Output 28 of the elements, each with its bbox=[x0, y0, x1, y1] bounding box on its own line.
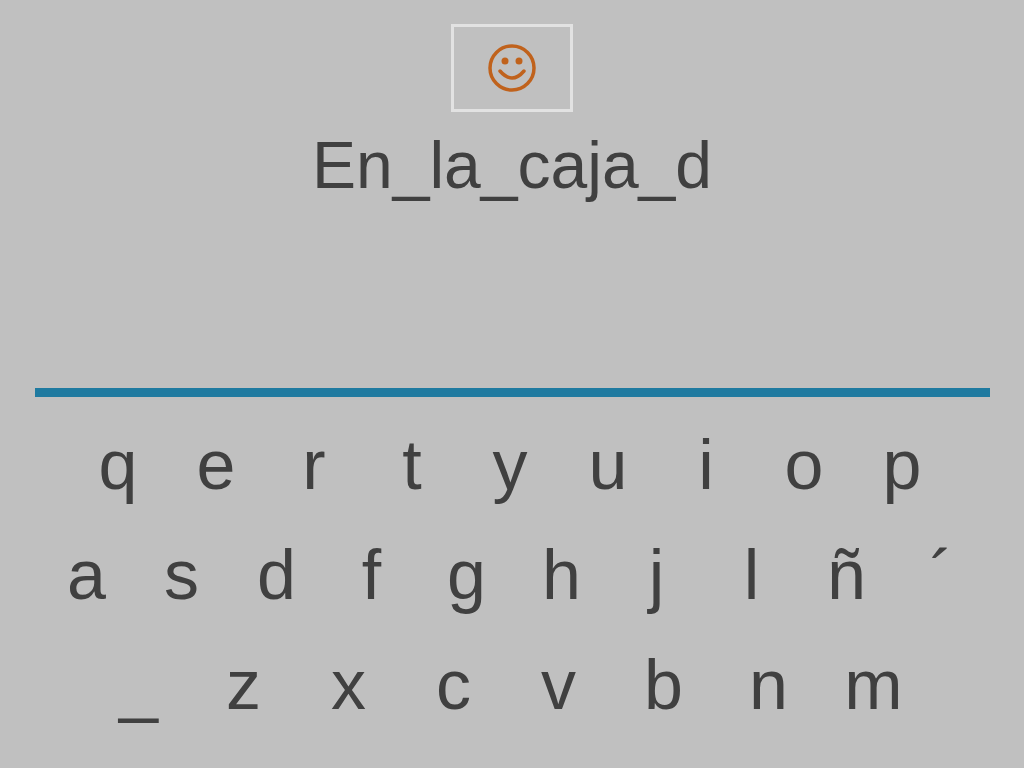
letter-key[interactable]: s bbox=[134, 540, 229, 620]
letter-key[interactable]: ´ bbox=[894, 540, 989, 620]
smiley-icon bbox=[487, 43, 537, 93]
letter-key[interactable]: v bbox=[506, 650, 611, 730]
letter-key[interactable]: p bbox=[853, 430, 951, 510]
letter-key[interactable]: _ bbox=[86, 650, 191, 730]
letter-key[interactable]: h bbox=[514, 540, 609, 620]
letter-key[interactable]: y bbox=[461, 430, 559, 510]
letter-key[interactable]: d bbox=[229, 540, 324, 620]
letter-key[interactable]: m bbox=[821, 650, 926, 730]
letter-key[interactable]: i bbox=[657, 430, 755, 510]
letter-key[interactable]: b bbox=[611, 650, 716, 730]
letter-key[interactable]: o bbox=[755, 430, 853, 510]
letter-key[interactable]: f bbox=[324, 540, 419, 620]
letter-key[interactable]: n bbox=[716, 650, 821, 730]
letter-key[interactable]: e bbox=[167, 430, 265, 510]
letter-key[interactable]: x bbox=[296, 650, 401, 730]
letter-key[interactable]: q bbox=[69, 430, 167, 510]
letter-key[interactable]: a bbox=[39, 540, 134, 620]
letter-key[interactable]: r bbox=[265, 430, 363, 510]
letter-key[interactable]: j bbox=[609, 540, 704, 620]
letter-key[interactable]: u bbox=[559, 430, 657, 510]
letter-key[interactable]: t bbox=[363, 430, 461, 510]
letter-key[interactable]: l bbox=[704, 540, 799, 620]
letter-key[interactable]: g bbox=[419, 540, 514, 620]
letter-key[interactable]: ñ bbox=[799, 540, 894, 620]
letter-key[interactable]: z bbox=[191, 650, 296, 730]
letter-key[interactable]: c bbox=[401, 650, 506, 730]
